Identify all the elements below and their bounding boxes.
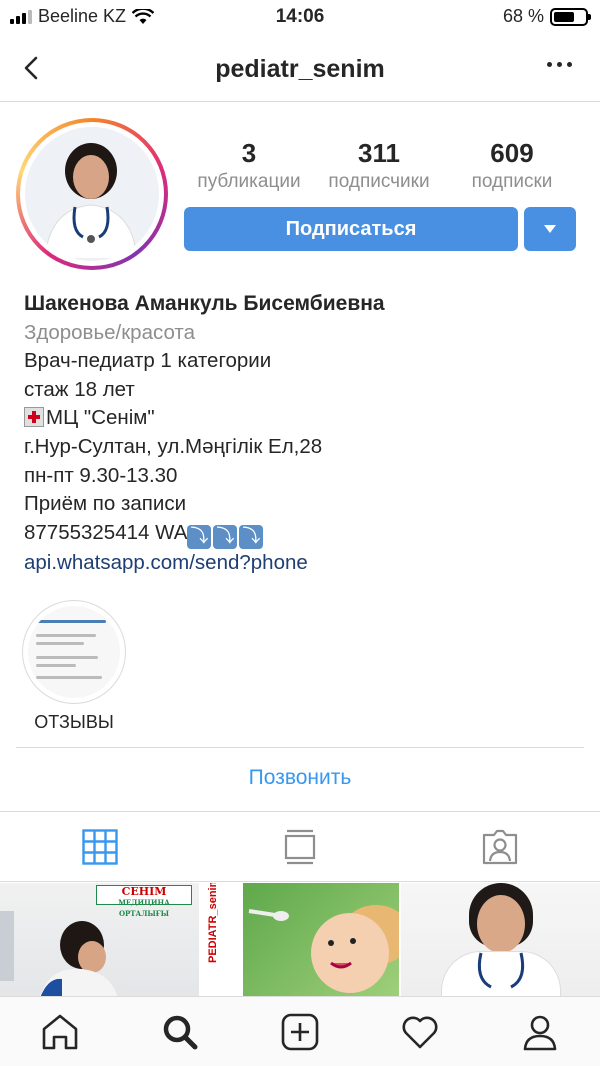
home-icon [42, 1014, 78, 1049]
posts-stat[interactable]: 3 публикации [184, 138, 314, 193]
divider [16, 747, 584, 748]
arrow-down-icon: ⤵ [213, 524, 238, 549]
status-bar: Beeline KZ 14:06 68 % [0, 0, 600, 34]
avatar[interactable] [16, 118, 168, 270]
bio-line-7: 87755325414 WA [24, 520, 188, 544]
search-icon [163, 1015, 198, 1049]
profile-tabs [0, 812, 600, 882]
heart-icon [402, 1016, 438, 1048]
cover-text-line [36, 642, 84, 645]
post-thumbnail[interactable]: PEDIATR_senim [200, 883, 400, 998]
cover-text-line [36, 656, 98, 659]
avatar-photo [25, 127, 159, 261]
tagged-icon [482, 829, 518, 864]
story-highlight[interactable] [22, 600, 126, 704]
post-thumbnail[interactable] [401, 883, 600, 998]
followers-stat[interactable]: 311 подписчики [314, 138, 444, 193]
battery-percent: 68 % [502, 6, 544, 26]
avatar-illustration [25, 127, 157, 260]
following-label: подписки [471, 171, 553, 192]
bio-line-2: стаж 18 лет [24, 377, 135, 401]
tab-tagged[interactable] [400, 812, 600, 881]
stethoscope-illustration [478, 952, 525, 989]
add-icon [281, 1013, 319, 1050]
chevron-down-icon [544, 225, 556, 233]
hospital-icon [24, 407, 44, 428]
more-options-icon[interactable] [547, 62, 572, 67]
nav-add[interactable] [240, 997, 360, 1066]
battery-icon [550, 7, 591, 26]
tab-grid[interactable] [0, 812, 200, 881]
grid-icon [82, 828, 118, 865]
bottom-navigation [0, 996, 600, 1066]
posts-count: 3 [241, 138, 257, 168]
cover-text-line [36, 620, 106, 623]
nav-search[interactable] [120, 997, 240, 1066]
tab-feed[interactable] [200, 812, 400, 881]
battery-fill [554, 11, 575, 22]
profile-stats: 3 публикации 311 подписчики 609 подписки [184, 138, 580, 193]
posts-grid: СЕНІМ МЕДИЦИНА ОРТАЛЫҒЫ PEDIATR_senim [0, 883, 600, 998]
status-right: 68 % [502, 6, 591, 27]
arrow-down-icon: ⤵ [239, 524, 264, 549]
nav-profile[interactable] [480, 997, 600, 1066]
avatar-border [20, 122, 164, 266]
cover-text-line [36, 664, 76, 667]
bio-link[interactable]: api.whatsapp.com/send?phone [24, 549, 584, 578]
username-title: pediatr_senim [215, 55, 385, 83]
spoon-illustration [248, 909, 356, 969]
post-photo [0, 911, 118, 998]
call-button[interactable]: Позвонить [0, 766, 600, 790]
nav-home[interactable] [0, 997, 120, 1066]
cover-text-line [36, 676, 102, 679]
bio-line-4: г.Нур-Султан, ул.Мәңгілік Ел,28 [24, 434, 323, 458]
suggestions-dropdown-button[interactable] [524, 207, 576, 251]
category-label: Здоровье/красота [24, 320, 195, 344]
profile-bio: Шакенова Аманкуль Бисембиевна Здоровье/к… [24, 290, 584, 577]
followers-count: 311 [358, 138, 400, 168]
following-count: 609 [490, 138, 534, 168]
follow-button[interactable]: Подписаться [184, 207, 518, 251]
highlight-label: ОТЗЫВЫ [34, 712, 114, 732]
highlight-cover [28, 606, 120, 698]
cover-text-line [36, 634, 96, 637]
bio-line-1: Врач-педиатр 1 категории [24, 349, 272, 373]
followers-label: подписчики [328, 171, 430, 192]
feed-icon [284, 829, 316, 864]
bio-line-7-row: 87755325414 WA ⤵ ⤵ ⤵ [24, 519, 584, 549]
nav-activity[interactable] [360, 997, 480, 1066]
full-name: Шакенова Аманкуль Бисембиевна [24, 292, 385, 315]
arrow-down-icon: ⤵ [187, 524, 212, 549]
bio-line-3-row: МЦ "Сенім" [24, 404, 584, 433]
profile-icon [523, 1015, 557, 1050]
posts-label: публикации [197, 171, 301, 192]
profile-header: pediatr_senim [0, 34, 600, 102]
post-thumbnail[interactable]: СЕНІМ МЕДИЦИНА ОРТАЛЫҒЫ [0, 883, 199, 998]
bio-line-6: Приём по записи [24, 492, 187, 516]
bio-line-3: МЦ "Сенім" [46, 406, 155, 430]
bio-line-5: пн-пт 9.30-13.30 [24, 463, 178, 487]
following-stat[interactable]: 609 подписки [444, 138, 580, 193]
